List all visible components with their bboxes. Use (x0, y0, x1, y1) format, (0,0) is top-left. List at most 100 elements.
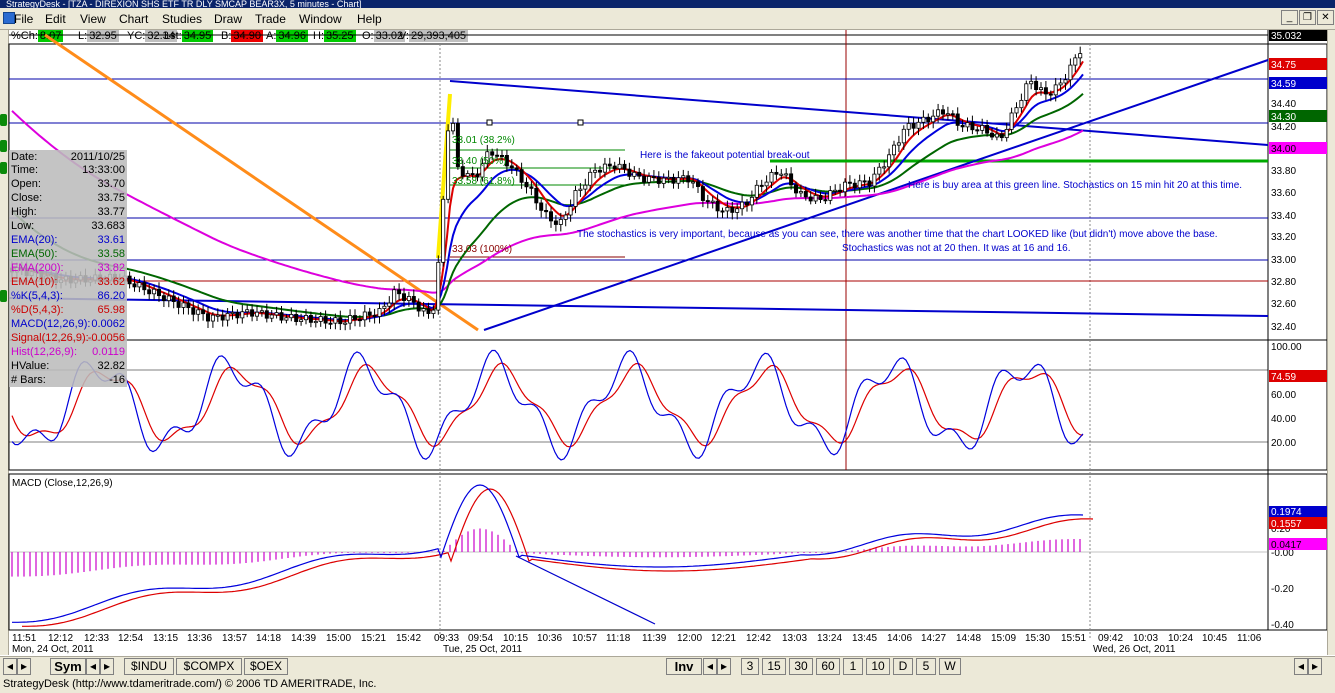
time-tick: 14:39 (291, 633, 316, 644)
databox-row: EMA(50): 33.58 (11, 248, 125, 260)
inv-button[interactable]: Inv (666, 658, 702, 675)
candle-body (803, 191, 808, 198)
date-label: Mon, 24 Oct, 2011 (12, 644, 94, 655)
candle-body (784, 173, 789, 176)
candle-body (607, 163, 612, 167)
right-scrollbar[interactable] (1327, 30, 1335, 655)
inv-prev-button[interactable]: ◂ (703, 658, 717, 675)
databox-row: Hist(12,26,9): 0.0119 (11, 346, 125, 358)
price-tick: 33.60 (1271, 188, 1296, 199)
candle-body (343, 322, 348, 325)
date-label: Wed, 26 Oct, 2011 (1093, 644, 1176, 655)
time-tick: 13:57 (222, 633, 247, 644)
time-tick: 15:42 (396, 633, 421, 644)
time-tick: 09:54 (468, 633, 493, 644)
fib-handle[interactable] (577, 119, 584, 126)
candle-body (975, 129, 980, 132)
status-bar: StrategyDesk (http://www.tdameritrade.co… (0, 676, 1335, 693)
candle-body (931, 115, 936, 123)
candle-body (754, 184, 759, 198)
candle-body (201, 309, 206, 315)
interval-d[interactable]: D (893, 658, 913, 675)
candle-body (955, 113, 960, 126)
candle-body (1004, 129, 1009, 139)
candle-body (740, 201, 745, 210)
interval-w[interactable]: W (939, 658, 961, 675)
candle-body (769, 171, 774, 183)
candle-body (759, 184, 764, 187)
macd-tag-text: 0.0417 (1271, 540, 1302, 551)
sym-button[interactable]: Sym (50, 658, 86, 675)
symbol-tab-indu[interactable]: $INDU (124, 658, 174, 675)
candle-body (519, 169, 524, 183)
databox-row: Close: 33.75 (11, 192, 125, 204)
candle-body (142, 282, 147, 291)
candle-body (1043, 87, 1048, 95)
macd-line (12, 484, 1084, 623)
candle-body (171, 295, 176, 302)
interval-30[interactable]: 30 (789, 658, 813, 675)
scroll-left-button[interactable]: ◂ (3, 658, 17, 675)
candle-body (544, 209, 549, 213)
candle-body (205, 313, 210, 322)
time-tick: 11:51 (12, 633, 37, 644)
sym-next-button[interactable]: ▸ (100, 658, 114, 675)
candle-body (779, 173, 784, 176)
price-tick: 32.60 (1271, 299, 1296, 310)
ema20-line (11, 73, 1084, 322)
fib-handle[interactable] (486, 119, 493, 126)
candle-body (240, 311, 245, 319)
candle-body (308, 315, 313, 323)
candle-body (431, 309, 436, 314)
time-tick: 13:24 (817, 633, 842, 644)
interval-3[interactable]: 3 (741, 658, 759, 675)
candle-body (446, 130, 451, 200)
candle-body (318, 316, 323, 322)
candle-body (1073, 57, 1078, 66)
time-tick: 12:12 (48, 633, 73, 644)
candle-body (794, 184, 799, 194)
time-tick: 14:48 (956, 633, 981, 644)
candle-body (681, 175, 686, 179)
candle-body (215, 314, 220, 317)
candle-body (637, 171, 642, 177)
candle-body (450, 123, 455, 132)
candle-body (181, 302, 186, 308)
symbol-tab-compx[interactable]: $COMPX (176, 658, 242, 675)
candle-body (514, 167, 519, 170)
candle-body (735, 208, 740, 213)
time-tick: 09:33 (434, 633, 459, 644)
candle-body (877, 166, 882, 175)
candle-body (558, 219, 563, 225)
scroll-right-button[interactable]: ▸ (17, 658, 31, 675)
interval-10[interactable]: 10 (866, 658, 890, 675)
candle-body (460, 166, 465, 177)
candle-body (303, 315, 308, 321)
databox-row: Signal(12,26,9): -0.0056 (11, 332, 125, 344)
price-chart[interactable]: 33.01 (38.2%) 33.40 (50%) 33.58 (61.8%) … (0, 0, 1335, 693)
stochastic-lines (11, 349, 1084, 461)
price-tick: 32.80 (1271, 277, 1296, 288)
scroll-end-left-button[interactable]: ◂ (1294, 658, 1308, 675)
candle-body (225, 313, 230, 321)
databox-row: Date: 2011/10/25 (11, 151, 125, 163)
time-tick: 10:24 (1168, 633, 1193, 644)
candle-body (470, 173, 475, 176)
candle-body (372, 314, 377, 317)
databox-row: %D(5,4,3): 65.98 (11, 304, 125, 316)
time-tick: 14:18 (256, 633, 281, 644)
interval-60[interactable]: 60 (816, 658, 840, 675)
interval-5[interactable]: 5 (916, 658, 936, 675)
candle-body (137, 282, 142, 288)
interval-1[interactable]: 1 (843, 658, 863, 675)
scroll-end-right-button[interactable]: ▸ (1308, 658, 1322, 675)
time-tick: 13:15 (153, 633, 178, 644)
sym-prev-button[interactable]: ◂ (86, 658, 100, 675)
fib-label: 33.58 (61.8%) (452, 176, 515, 187)
interval-15[interactable]: 15 (762, 658, 786, 675)
inv-next-button[interactable]: ▸ (717, 658, 731, 675)
candle-body (1068, 64, 1073, 81)
candle-body (210, 314, 215, 322)
symbol-tab-oex[interactable]: $OEX (244, 658, 288, 675)
candle-body (994, 133, 999, 138)
